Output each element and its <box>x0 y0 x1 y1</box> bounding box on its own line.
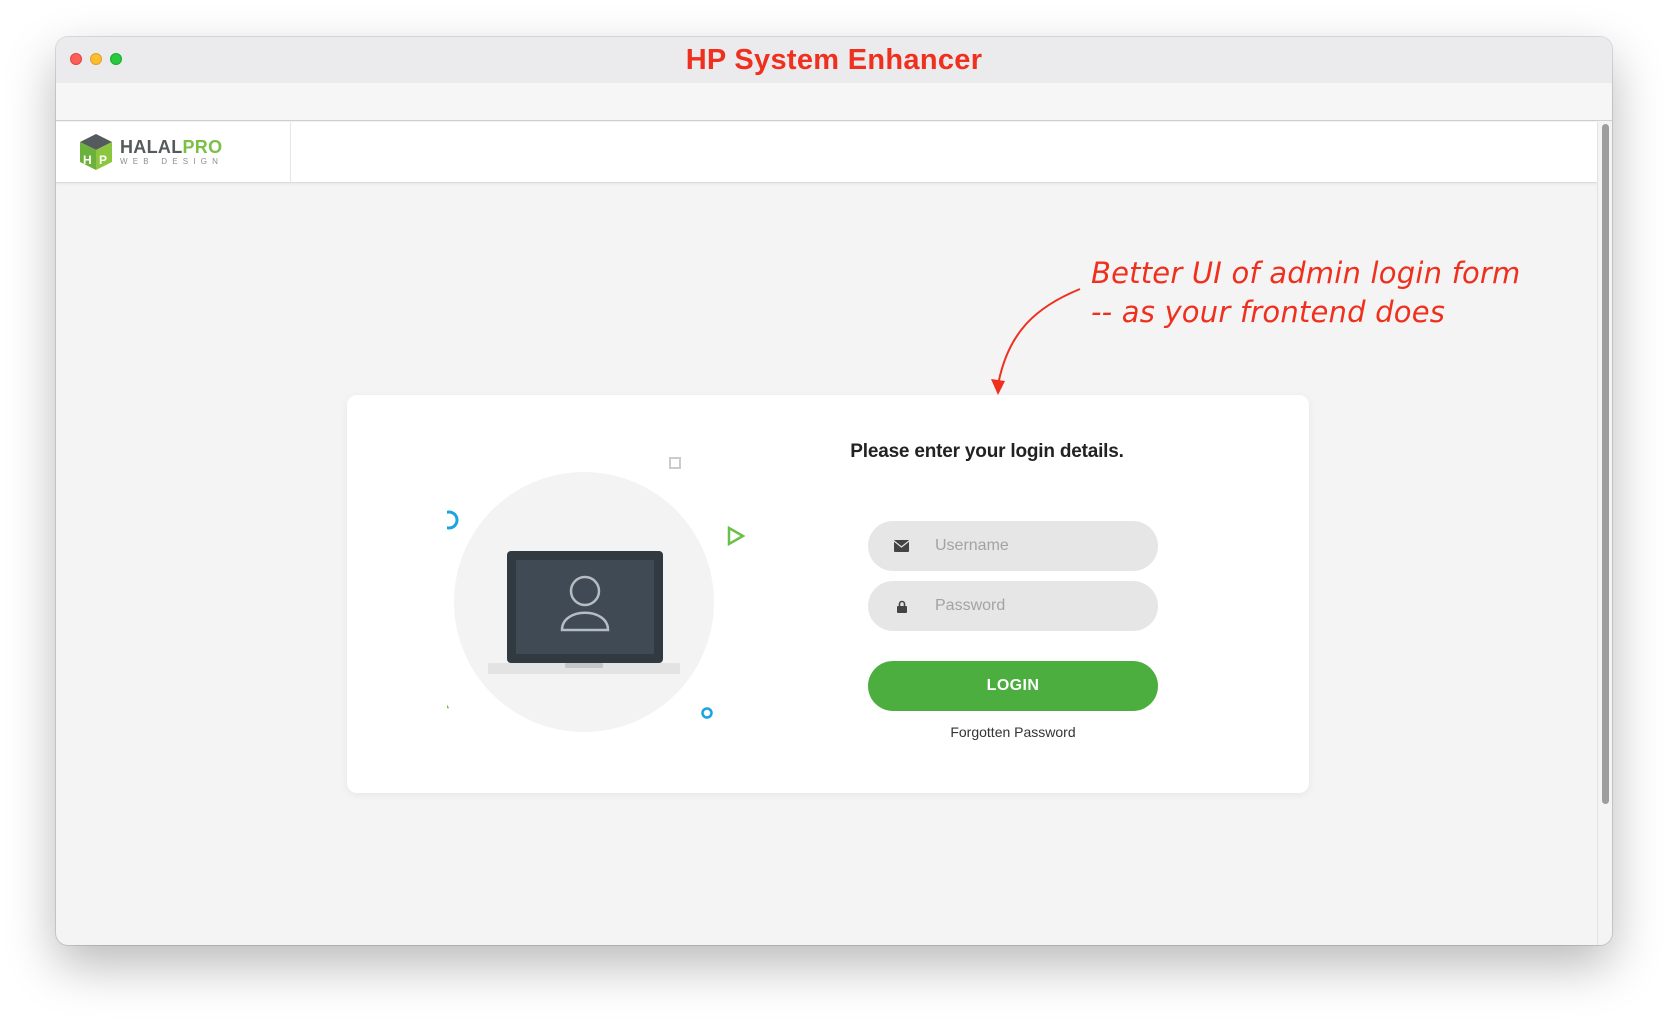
password-field[interactable] <box>868 581 1158 631</box>
logo[interactable]: H P HALALPRO WEB DESIGN <box>56 122 291 182</box>
title-bar: HP System Enhancer <box>56 37 1612 83</box>
annotation-note: Better UI of admin login form -- as your… <box>1091 254 1521 332</box>
login-button[interactable]: LOGIN <box>868 661 1158 711</box>
login-card: Please enter your login details. LOGIN F… <box>347 395 1309 793</box>
password-input[interactable] <box>935 597 1135 615</box>
laptop-user-illustration <box>447 457 746 732</box>
login-heading: Please enter your login details. <box>850 441 1124 462</box>
lock-icon <box>868 600 935 613</box>
scrollbar-thumb[interactable] <box>1602 124 1609 804</box>
svg-text:P: P <box>99 153 107 167</box>
toolbar <box>56 83 1612 121</box>
forgotten-password-link[interactable]: Forgotten Password <box>868 724 1158 740</box>
window-title: HP System Enhancer <box>685 43 983 76</box>
halalpro-cube-icon: H P <box>80 134 112 170</box>
svg-text:H: H <box>83 153 92 167</box>
site-header: H P HALALPRO WEB DESIGN <box>56 122 1597 183</box>
vertical-scrollbar[interactable] <box>1597 122 1612 945</box>
app-window: HP System Enhancer H P HALALPRO WEB DESI… <box>56 37 1612 945</box>
logo-name: HALALPRO <box>120 137 223 157</box>
zoom-window-button[interactable] <box>110 53 122 65</box>
minimize-window-button[interactable] <box>90 53 102 65</box>
username-input[interactable] <box>935 537 1135 555</box>
username-field[interactable] <box>868 521 1158 571</box>
window-controls <box>70 53 122 65</box>
logo-tagline: WEB DESIGN <box>120 157 224 166</box>
annotation-line-1: Better UI of admin login form <box>1091 256 1521 290</box>
annotation-arrow-icon <box>991 288 1081 395</box>
envelope-icon <box>868 540 935 552</box>
annotation-line-2: -- as your frontend does <box>1091 295 1446 329</box>
close-window-button[interactable] <box>70 53 82 65</box>
